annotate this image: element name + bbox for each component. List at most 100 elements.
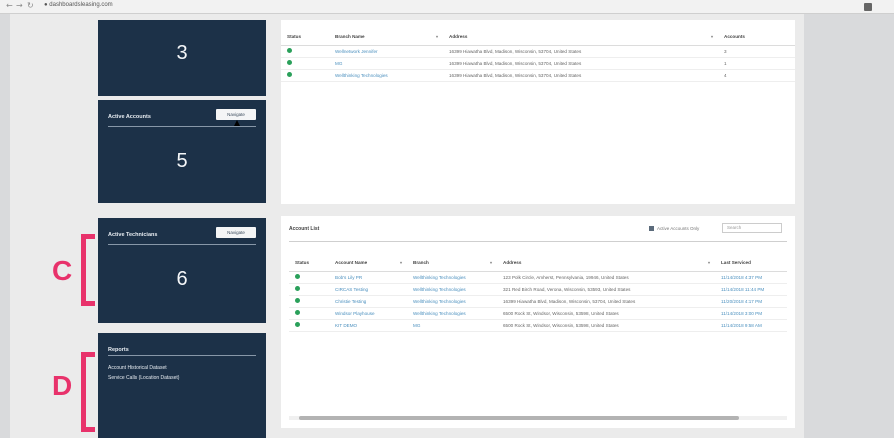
accounts-cell: 4	[718, 69, 795, 82]
col-address[interactable]: Address ▾	[443, 28, 718, 46]
table-row[interactable]: Windsor Playhouse Wellthinking Technolog…	[289, 307, 787, 320]
address-cell: 321 Red Birch Road, Verona, Wisconsin, 5…	[497, 283, 715, 296]
accounts-cell: 3	[718, 45, 795, 58]
col-status[interactable]: Status	[289, 254, 329, 272]
last-serviced-link[interactable]: 11/14/2018 3:00 PM	[715, 307, 787, 320]
branch-link[interactable]: Wellthinking Technologies	[407, 295, 497, 308]
report-link-account-historical[interactable]: Account Historical Dataset	[108, 365, 167, 371]
table-row[interactable]: Wellthinking Technologies 16399 Hiawatha…	[281, 69, 795, 82]
sort-icon[interactable]: ▾	[490, 260, 492, 265]
active-technicians-label: Active Technicians	[108, 232, 158, 238]
table-header-row: Status Account Name ▾ Branch ▾ Address ▾ La…	[289, 254, 787, 272]
address-cell: 16399 Hiawatha Blvd, Madison, Wisconsin,…	[443, 69, 718, 82]
col-branch[interactable]: Branch ▾	[407, 254, 497, 272]
branch-link[interactable]: Wellthinking Technologies	[407, 271, 497, 284]
account-name-link[interactable]: KIT DEMO	[329, 319, 407, 332]
divider	[108, 355, 256, 356]
forward-icon[interactable]: →	[16, 1, 23, 10]
branch-name-link[interactable]: MG	[329, 57, 443, 70]
sort-icon[interactable]: ▾	[400, 260, 402, 265]
browser-toolbar: ← → ↻ ● dashboardsleasing.com	[0, 0, 894, 14]
account-name-link[interactable]: CIRCAS Testing	[329, 283, 407, 296]
tile-active-technicians: Active Technicians Navigate 6	[98, 218, 266, 323]
status-cell	[281, 69, 329, 82]
branch-link[interactable]: Wellthinking Technologies	[407, 307, 497, 320]
horizontal-scrollbar[interactable]	[289, 416, 787, 420]
back-icon[interactable]: ←	[6, 1, 13, 10]
status-active-icon	[287, 48, 292, 53]
account-search-input[interactable]: Search	[722, 223, 782, 233]
table-row[interactable]: MG 16399 Hiawatha Blvd, Madison, Wiscons…	[281, 57, 795, 70]
address-cell: 6500 Rock St, Windsor, Wisconsin, 53598,…	[497, 307, 715, 320]
table-header-row: Status Branch Name ▾ Address ▾ Accounts	[281, 28, 795, 46]
branch-name-link[interactable]: Wellthinking Technologies	[329, 69, 443, 82]
checkbox-icon[interactable]	[649, 226, 654, 232]
active-accounts-only-toggle[interactable]: Active Accounts Only	[649, 226, 700, 232]
branch-link[interactable]: Wellthinking Technologies	[407, 283, 497, 296]
sort-icon[interactable]: ▾	[711, 34, 713, 39]
table-row[interactable]: KIT DEMO MG 6500 Rock St, Windsor, Wisco…	[289, 319, 787, 332]
account-table: Status Account Name ▾ Branch ▾ Address ▾ La…	[289, 254, 787, 332]
account-name-link[interactable]: Christie Testing	[329, 295, 407, 308]
col-address[interactable]: Address ▾	[497, 254, 715, 272]
status-cell	[289, 319, 329, 332]
status-cell	[289, 307, 329, 320]
annotation-label-c: C	[52, 255, 73, 286]
address-cell: 6500 Rock St, Windsor, Wisconsin, 53598,…	[497, 319, 715, 332]
checkbox-label: Active Accounts Only	[657, 226, 700, 231]
sort-icon[interactable]: ▾	[708, 260, 710, 265]
account-list-card: Account List Active Accounts Only Search…	[281, 216, 795, 428]
address-cell: 16399 Hiawatha Blvd, Madison, Wisconsin,…	[443, 45, 718, 58]
status-active-icon	[295, 322, 300, 327]
status-cell	[289, 271, 329, 284]
status-active-icon	[295, 286, 300, 291]
branch-name-link[interactable]: Wellnetwork Jennifer	[329, 45, 443, 58]
annotation-bracket-c	[81, 234, 95, 306]
branch-link[interactable]: MG	[407, 319, 497, 332]
last-serviced-link[interactable]: 11/14/2018 9:58 AM	[715, 319, 787, 332]
table-row[interactable]: Wellnetwork Jennifer 16399 Hiawatha Blvd…	[281, 45, 795, 58]
address-bar[interactable]: ● dashboardsleasing.com	[44, 2, 113, 8]
status-active-icon	[295, 310, 300, 315]
account-name-link[interactable]: Windsor Playhouse	[329, 307, 407, 320]
address-cell: 16399 Hiawatha Blvd, Madison, Wisconsin,…	[497, 295, 715, 308]
col-status[interactable]: Status	[281, 28, 329, 46]
last-serviced-link[interactable]: 11/14/2018 4:37 PM	[715, 271, 787, 284]
page-margin	[804, 14, 894, 438]
col-account-name[interactable]: Account Name ▾	[329, 254, 407, 272]
active-accounts-navigate-button[interactable]: Navigate	[216, 109, 256, 120]
active-accounts-count: 5	[176, 150, 188, 172]
status-cell	[289, 283, 329, 296]
sort-icon[interactable]: ▾	[436, 34, 438, 39]
last-serviced-link[interactable]: 11/20/2018 4:17 PM	[715, 295, 787, 308]
col-branch-name[interactable]: Branch Name ▾	[329, 28, 443, 46]
status-active-icon	[287, 60, 292, 65]
col-accounts[interactable]: Accounts	[718, 28, 795, 46]
col-last-serviced[interactable]: Last Serviced	[715, 254, 787, 272]
account-name-link[interactable]: Bob's Lily PR	[329, 271, 407, 284]
status-cell	[289, 295, 329, 308]
branches-count: 3	[176, 42, 188, 64]
reload-icon[interactable]: ↻	[27, 1, 34, 10]
scrollbar-thumb[interactable]	[299, 416, 739, 420]
table-row[interactable]: Bob's Lily PR Wellthinking Technologies …	[289, 271, 787, 284]
branch-table-card: Status Branch Name ▾ Address ▾ Accounts We…	[281, 20, 795, 204]
active-accounts-label: Active Accounts	[108, 114, 151, 120]
status-active-icon	[295, 298, 300, 303]
status-active-icon	[287, 72, 292, 77]
branch-table: Status Branch Name ▾ Address ▾ Accounts We…	[281, 28, 795, 82]
annotation-bracket-d	[81, 352, 95, 432]
tile-branches: 3	[98, 20, 266, 96]
active-technicians-navigate-button[interactable]: Navigate	[216, 227, 256, 238]
active-technicians-count: 6	[176, 268, 188, 290]
reports-label: Reports	[108, 347, 129, 353]
table-row[interactable]: Christie Testing Wellthinking Technologi…	[289, 295, 787, 308]
account-list-title: Account List	[289, 226, 320, 232]
report-link-service-calls[interactable]: Service Calls (Location Dataset)	[108, 375, 179, 381]
divider	[289, 241, 787, 242]
tile-active-accounts: Active Accounts Navigate 5	[98, 100, 266, 203]
extension-icon[interactable]	[864, 3, 872, 11]
annotation-label-d: D	[52, 370, 73, 401]
last-serviced-link[interactable]: 11/14/2018 11:44 PM	[715, 283, 787, 296]
table-row[interactable]: CIRCAS Testing Wellthinking Technologies…	[289, 283, 787, 296]
